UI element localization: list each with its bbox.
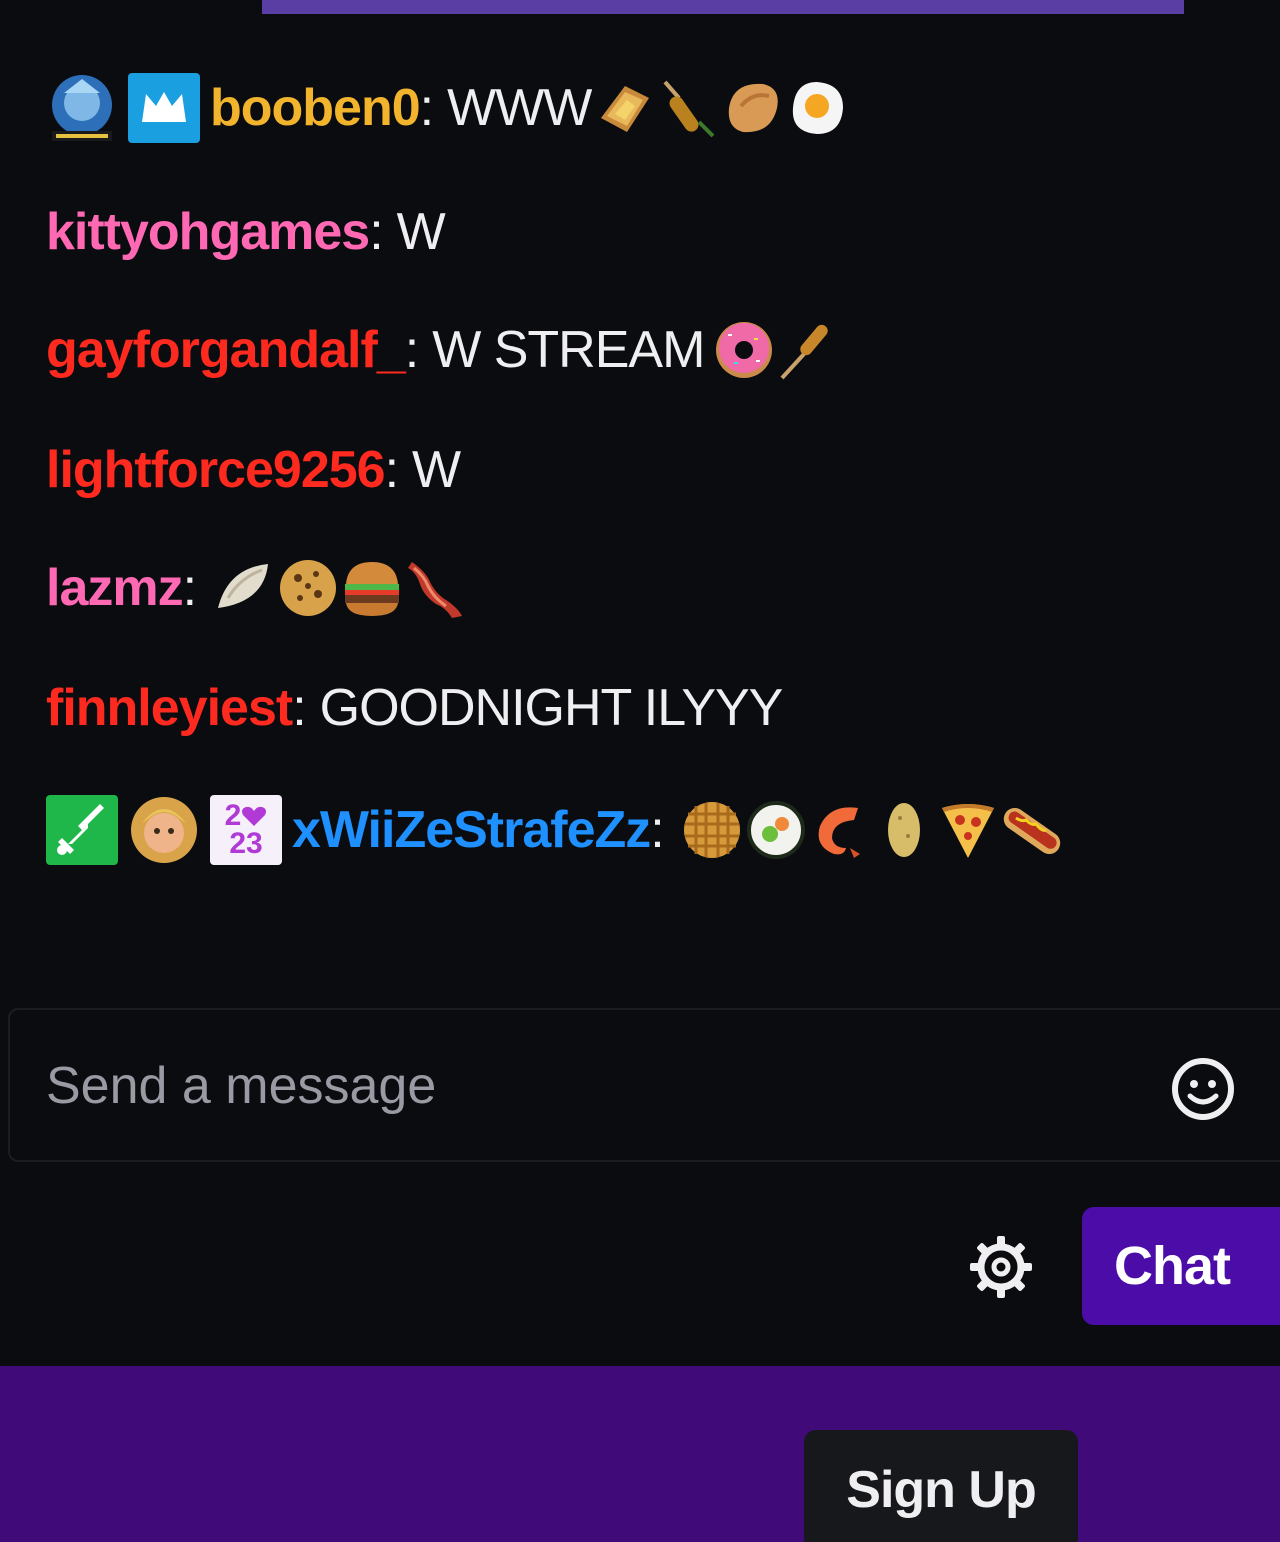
2023-badge-icon[interactable]: 2 23 bbox=[210, 795, 282, 865]
chat-colon: : bbox=[182, 559, 197, 617]
chat-message-text: GOODNIGHT ILYYY bbox=[319, 679, 784, 737]
fortune-cookie-emote-icon bbox=[723, 78, 783, 138]
statue-of-liberty-badge-icon[interactable] bbox=[46, 73, 118, 143]
potato-emote-icon bbox=[874, 800, 934, 860]
donut-emote-icon bbox=[714, 320, 774, 380]
crown-badge-icon[interactable] bbox=[128, 73, 200, 143]
chat-message-text: WWW bbox=[447, 79, 592, 137]
chat-username[interactable]: kittyohgames bbox=[46, 202, 370, 262]
chat-colon: : bbox=[292, 679, 306, 737]
chat-username[interactable]: booben0 bbox=[210, 78, 421, 138]
hotdog-emote-icon bbox=[1002, 800, 1062, 860]
gear-icon bbox=[970, 1236, 1032, 1298]
chat-message-text: W STREAM bbox=[432, 321, 705, 379]
pizza-emote-icon bbox=[938, 800, 998, 860]
signup-footer-bar: Sign Up bbox=[0, 1366, 1280, 1542]
chat-colon: : bbox=[369, 203, 383, 261]
chat-colon: : bbox=[419, 79, 434, 137]
chat-message-text: W bbox=[396, 203, 446, 261]
smiley-icon bbox=[1172, 1058, 1234, 1120]
send-chat-button[interactable]: Chat bbox=[1082, 1207, 1280, 1325]
emote-picker-button[interactable] bbox=[1168, 1054, 1238, 1124]
corn-dog-emote-icon bbox=[778, 320, 838, 380]
burger-emote-icon bbox=[342, 558, 402, 618]
top-banner bbox=[262, 0, 1184, 14]
chat-username[interactable]: gayforgandalf_ bbox=[46, 320, 406, 380]
sushi-emote-icon bbox=[746, 800, 806, 860]
character-badge-icon[interactable] bbox=[128, 795, 200, 865]
chat-username[interactable]: finnleyiest bbox=[46, 678, 293, 738]
chat-message: lightforce9256 : W bbox=[46, 430, 461, 510]
chat-colon: : bbox=[384, 441, 399, 499]
sign-up-button[interactable]: Sign Up bbox=[804, 1430, 1078, 1542]
badge-year-top-label: 2 bbox=[224, 799, 242, 832]
message-composer bbox=[8, 1008, 1280, 1162]
chat-message: kittyohgames : W bbox=[46, 192, 446, 272]
cookie-emote-icon bbox=[278, 558, 338, 618]
chat-username[interactable]: xWiiZeStrafeZz bbox=[292, 800, 651, 860]
chat-message-text: W bbox=[412, 441, 461, 499]
chat-colon: : bbox=[650, 801, 664, 859]
chat-username[interactable]: lazmz bbox=[46, 558, 184, 618]
corn-dog-emote-icon bbox=[659, 78, 719, 138]
dumpling-emote-icon bbox=[214, 558, 274, 618]
chat-message: finnleyiest : GOODNIGHT ILYYY bbox=[46, 668, 784, 748]
sword-badge-icon[interactable] bbox=[46, 795, 118, 865]
chat-message: lazmz : bbox=[46, 548, 466, 628]
chat-username[interactable]: lightforce9256 bbox=[46, 440, 386, 500]
grilled-cheese-emote-icon bbox=[595, 78, 655, 138]
chat-message: booben0 : WWW bbox=[46, 68, 847, 148]
shrimp-emote-icon bbox=[810, 800, 870, 860]
message-input[interactable] bbox=[46, 1050, 1126, 1122]
fried-egg-emote-icon bbox=[787, 78, 847, 138]
waffle-emote-icon bbox=[682, 800, 742, 860]
chat-colon: : bbox=[404, 321, 419, 379]
heart-icon bbox=[242, 806, 267, 826]
chat-message: gayforgandalf_ : W STREAM bbox=[46, 310, 838, 390]
chat-settings-button[interactable] bbox=[966, 1232, 1036, 1302]
chat-message: 2 23 xWiiZeStrafeZz : bbox=[46, 790, 1062, 870]
bacon-emote-icon bbox=[406, 558, 466, 618]
badge-year-bottom-label: 23 bbox=[229, 827, 263, 860]
